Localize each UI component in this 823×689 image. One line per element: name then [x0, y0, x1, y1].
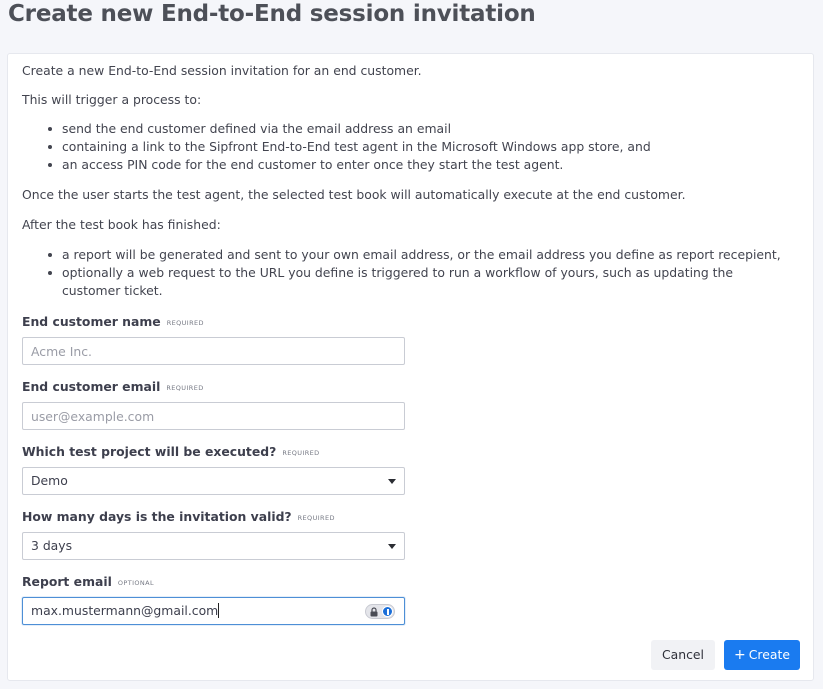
list-item: an access PIN code for the end customer … — [22, 156, 651, 174]
list-item: send the end customer defined via the em… — [22, 120, 651, 138]
report-email-input[interactable]: max.mustermann@gmail.com — [22, 597, 405, 625]
test-project-label: Which test project will be executed? REQU… — [22, 444, 320, 459]
required-tag: REQUIRED — [297, 514, 335, 522]
plus-icon: + — [734, 647, 746, 663]
create-button[interactable]: + Create — [724, 640, 800, 670]
password-manager-icon — [382, 606, 393, 617]
customer-name-label-text: End customer name — [22, 314, 161, 329]
list-item: a report will be generated and sent to y… — [22, 246, 782, 264]
customer-email-label: End customer email REQUIRED — [22, 379, 204, 394]
valid-days-label: How many days is the invitation valid? RE… — [22, 509, 335, 524]
customer-email-input[interactable] — [22, 402, 405, 430]
optional-tag: OPTIONAL — [117, 579, 155, 587]
customer-name-input[interactable] — [22, 337, 405, 365]
valid-days-label-text: How many days is the invitation valid? — [22, 509, 292, 524]
test-project-selected-value: Demo — [31, 473, 68, 488]
report-email-label: Report email OPTIONAL — [22, 574, 154, 589]
password-manager-badge[interactable] — [365, 604, 395, 619]
intro-text: Create a new End-to-End session invitati… — [22, 63, 422, 78]
report-email-value: max.mustermann@gmail.com — [31, 603, 219, 618]
required-tag: REQUIRED — [282, 449, 320, 457]
customer-email-label-text: End customer email — [22, 379, 161, 394]
caret-down-icon — [388, 544, 396, 549]
required-tag: REQUIRED — [166, 319, 204, 327]
invitation-form-card: Create a new End-to-End session invitati… — [7, 53, 814, 681]
caret-down-icon — [388, 479, 396, 484]
page-title: Create new End-to-End session invitation — [8, 1, 536, 27]
valid-days-select[interactable]: 3 days — [22, 532, 405, 560]
text-cursor — [218, 603, 220, 618]
report-email-label-text: Report email — [22, 574, 112, 589]
valid-days-selected-value: 3 days — [31, 538, 73, 553]
cancel-button[interactable]: Cancel — [651, 640, 715, 670]
lock-icon — [370, 607, 378, 617]
after-test-text: After the test book has finished: — [22, 217, 221, 232]
list-item: optionally a web request to the URL you … — [22, 264, 782, 300]
test-project-select[interactable]: Demo — [22, 467, 405, 495]
customer-name-label: End customer name REQUIRED — [22, 314, 204, 329]
after-steps-list: a report will be generated and sent to y… — [22, 246, 782, 300]
required-tag: REQUIRED — [166, 384, 204, 392]
process-steps-list: send the end customer defined via the em… — [22, 120, 651, 174]
list-item: containing a link to the Sipfront End-to… — [22, 138, 651, 156]
process-intro-text: This will trigger a process to: — [22, 92, 202, 107]
test-project-label-text: Which test project will be executed? — [22, 444, 277, 459]
create-button-label: Create — [748, 647, 790, 662]
test-agent-text: Once the user starts the test agent, the… — [22, 187, 686, 202]
